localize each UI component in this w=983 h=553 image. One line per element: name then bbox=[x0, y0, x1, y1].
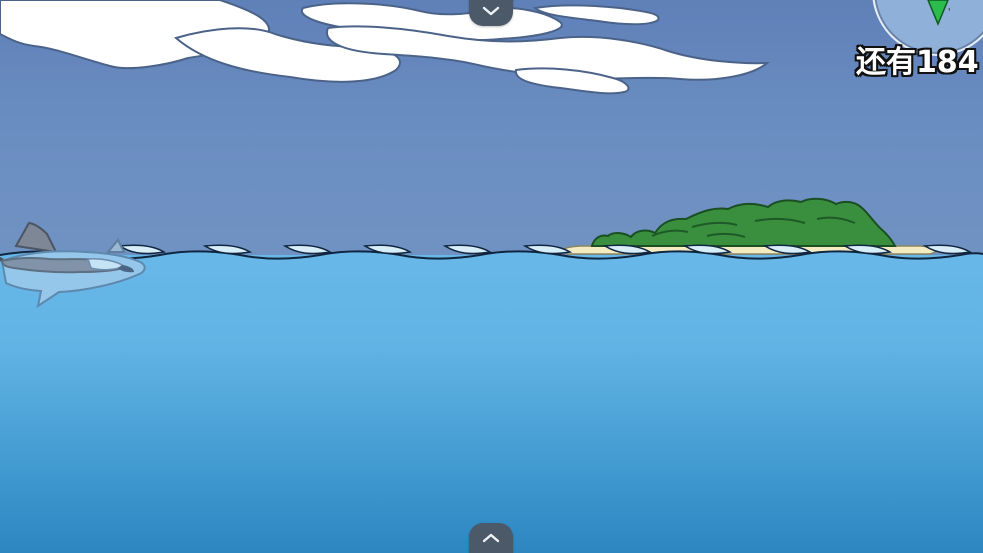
bottom-drawer-button[interactable] bbox=[469, 523, 513, 553]
distance-remaining-label: 还有184 bbox=[856, 43, 979, 83]
game-scene: 还有184 bbox=[0, 0, 983, 553]
distance-prefix: 还有 bbox=[856, 45, 916, 80]
top-drawer-button[interactable] bbox=[469, 0, 513, 26]
chevron-down-icon bbox=[482, 6, 500, 16]
shark-player bbox=[0, 221, 146, 309]
location-pointer-icon bbox=[927, 0, 950, 26]
distance-value: 184 bbox=[916, 45, 979, 80]
chevron-up-icon bbox=[482, 533, 500, 543]
